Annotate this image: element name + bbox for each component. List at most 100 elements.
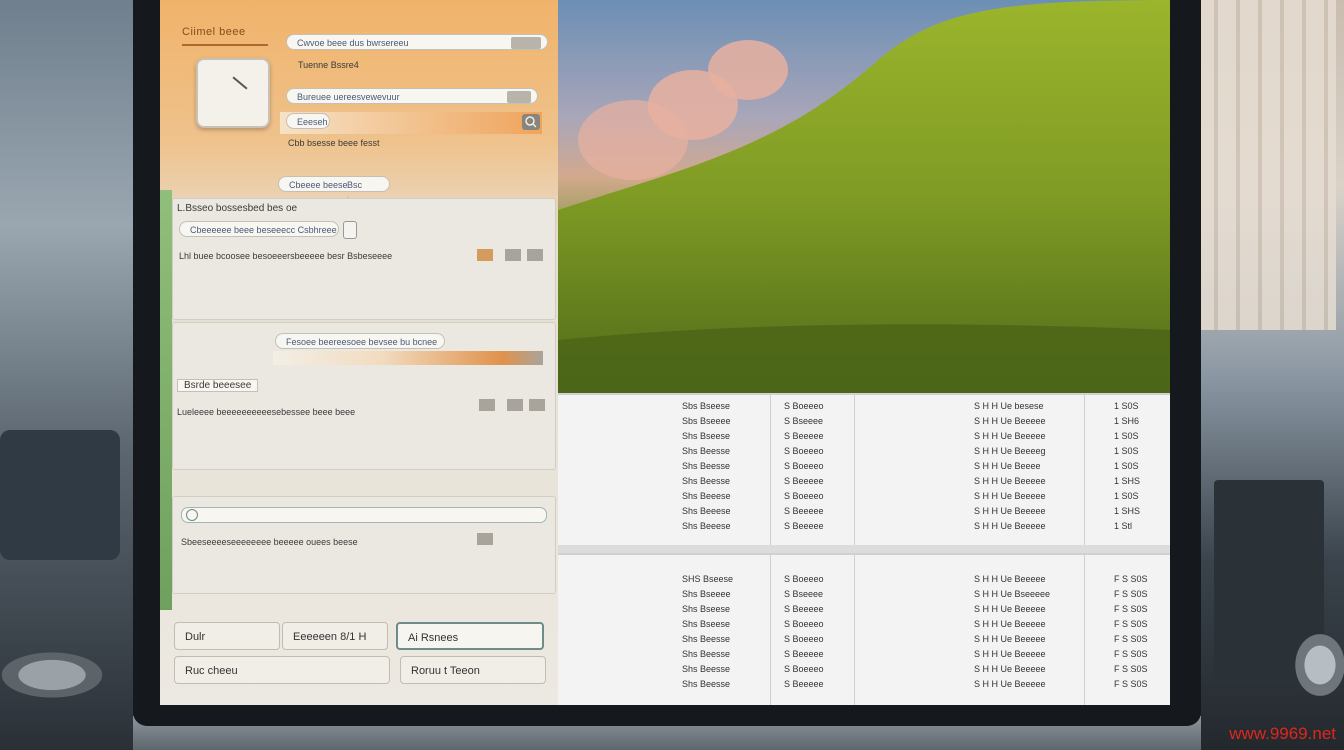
section3-desc: Sbeeseeeeseeeeeeee beeeee ouees beese [181, 537, 358, 547]
table-cell: Shs Bseeee [682, 589, 731, 599]
row3-input[interactable]: Eeeseh [286, 113, 330, 129]
table-cell: Shs Beeese [682, 491, 731, 501]
table-cell: 1 S0S [1114, 401, 1139, 411]
row2-input-text: Bureuee uereesvewevuur [297, 92, 400, 102]
table-cell: S Bseeee [784, 416, 824, 426]
monitor-screen: Ciimel beee Cwvoe beee dus bwrsereeu Tue… [160, 0, 1170, 705]
data-table-2: SHS Bseese S Boeeeo S H H Ue Beeeee F S S0S… [558, 553, 1170, 705]
row2-end-button[interactable] [507, 91, 531, 103]
table-cell: Shs Beesse [682, 664, 731, 674]
table-row[interactable]: Shs Beeese S Beeeee S H H Ue Beeeee 1 Stl [558, 521, 1170, 536]
table-cell: 1 S0S [1114, 431, 1139, 441]
button-4[interactable]: Ruc cheeu [174, 656, 390, 684]
table-cell: S Boeeeo [784, 634, 824, 644]
table-row[interactable]: Shs Bseese S Beeeee S H H Ue Beeeee 1 S0S [558, 431, 1170, 446]
background-chair [0, 430, 120, 560]
table-cell: S H H Ue Beeeee [974, 634, 1046, 644]
section2-slider-track[interactable] [273, 351, 543, 365]
table-row[interactable]: Shs Bseese S Boeeeo S H H Ue Beeeee F S S0S [558, 619, 1170, 634]
table-cell: F S S0S [1114, 574, 1148, 584]
button-5[interactable]: Roruu t Teeon [400, 656, 546, 684]
table-row[interactable]: Sbs Bseese S Boeeeo S H H Ue besese 1 S0S [558, 401, 1170, 416]
cable-left [0, 640, 130, 710]
table-cell: S H H Ue Beeeee [974, 604, 1046, 614]
table-cell: S Boeeeo [784, 574, 824, 584]
table-cell: Shs Beesse [682, 461, 731, 471]
table-row[interactable]: Shs Beesse S Beeeee S H H Ue Beeeee F S S0S [558, 679, 1170, 694]
table-cell: F S S0S [1114, 589, 1148, 599]
row2-input[interactable]: Bureuee uereesvewevuur [286, 88, 538, 104]
section1-header: L.Bsseo bossesbed bes oe [177, 203, 298, 214]
table-cell: S Beeeee [784, 649, 824, 659]
table-cell: F S S0S [1114, 649, 1148, 659]
row4-input[interactable]: Cbeeee beese Bsc beese [278, 176, 390, 206]
table-cell: Shs Beeese [682, 506, 731, 516]
table-row[interactable]: Shs Beesse S Boeeeo S H H Ue Beeeeg 1 S0S [558, 446, 1170, 461]
settings-section-3: Sbeeseeeeseeeeeeee beeeee ouees beese [172, 496, 556, 594]
section3-progress-handle[interactable] [186, 509, 198, 521]
row1-end-button[interactable] [511, 37, 541, 49]
table-cell: 1 SH6 [1114, 416, 1140, 426]
table-cell: Sbs Bseese [682, 401, 731, 411]
section2-toggle-c[interactable] [529, 399, 545, 411]
table-row[interactable]: Shs Beesse S Beeeee S H H Ue Beeeee F S S0S [558, 649, 1170, 664]
table-cell: S H H Ue Beeeeg [974, 446, 1046, 456]
table-cell: S H H Ue Beeeee [974, 491, 1046, 501]
table-row[interactable]: Shs Bseeee S Bseeee S H H Ue Bseeeee F S S0… [558, 589, 1170, 604]
row4-input-text: Cbeeee beese [289, 180, 348, 190]
table-row[interactable]: Sbs Bseeee S Bseeee S H H Ue Beeeee 1 SH6 [558, 416, 1170, 431]
section3-toggle[interactable] [477, 533, 493, 545]
table-cell: F S S0S [1114, 619, 1148, 629]
table-cell: S H H Ue Bseeeee [974, 589, 1051, 599]
section2-header[interactable]: Bsrde beeesee [177, 379, 259, 392]
table-cell: S H H Ue Beeeee [974, 476, 1046, 486]
button-3[interactable]: Ai Rsnees [396, 622, 544, 650]
table-cell: F S S0S [1114, 604, 1148, 614]
table-cell: F S S0S [1114, 679, 1148, 689]
section2-toggle-a[interactable] [479, 399, 495, 411]
section1-input[interactable]: Cbeeeeee beee beseeecc Csbhreee [179, 221, 339, 237]
table-cell: S Boeeeo [784, 664, 824, 674]
table-cell: Shs Beesse [682, 649, 731, 659]
table-row[interactable]: SHS Bseese S Boeeeo S H H Ue Beeeee F S S0S [558, 574, 1170, 589]
section2-desc: Lueleeee beeeeeeeeeesebessee beee beee [177, 407, 356, 417]
table-cell: Shs Beesse [682, 634, 731, 644]
button-1[interactable]: Dulr [174, 622, 280, 650]
table-row[interactable]: Shs Beesse S Boeeeo S H H Ue Beeee 1 S0S [558, 461, 1170, 476]
table-cell: Shs Bseese [682, 431, 731, 441]
table-cell: 1 SHS [1114, 476, 1141, 486]
table-cell: S Bseeee [784, 589, 824, 599]
table-cell: Shs Beesse [682, 446, 731, 456]
section1-checkbox[interactable] [343, 221, 357, 239]
image-thumbnail[interactable] [196, 58, 270, 128]
desktop-wallpaper [558, 0, 1170, 393]
table-cell: SHS Bseese [682, 574, 734, 584]
table-row[interactable]: Shs Beesse S Boeeeo S H H Ue Beeeee F S S0S [558, 634, 1170, 649]
table-row[interactable]: Shs Beesse S Boeeeo S H H Ue Beeeee F S S0S [558, 664, 1170, 679]
section2-input[interactable]: Fesoee beereesoee bevsee bu bcnee [275, 333, 445, 349]
table-cell: S Beeeee [784, 679, 824, 689]
table-cell: S H H Ue Beeeee [974, 574, 1046, 584]
table-cell: Sbs Bseeee [682, 416, 731, 426]
table-row[interactable]: Shs Beesse S Beeeee S H H Ue Beeeee 1 SHS [558, 476, 1170, 491]
table-cell: Shs Bseese [682, 604, 731, 614]
row1-input[interactable]: Cwvoe beee dus bwrsereeu [286, 34, 548, 50]
table-row[interactable]: Shs Bseese S Beeeee S H H Ue Beeeee F S S0S [558, 604, 1170, 619]
table-row[interactable]: Shs Beeese S Boeeeo S H H Ue Beeeee 1 S0S [558, 491, 1170, 506]
table-cell: S H H Ue Beeeee [974, 506, 1046, 516]
table-cell: S Boeeeo [784, 461, 824, 471]
section1-toggle-a[interactable] [505, 249, 521, 261]
table-row[interactable]: Shs Beeese S Beeeee S H H Ue Beeeee 1 SHS [558, 506, 1170, 521]
table-cell: S Boeeeo [784, 446, 824, 456]
table-cell: S H H Ue Beeeee [974, 431, 1046, 441]
section1-toggle-b[interactable] [527, 249, 543, 261]
search-icon[interactable] [522, 114, 540, 130]
button-2[interactable]: Eeeeeen 8/1 H [282, 622, 388, 650]
section1-color-swatch[interactable] [477, 249, 493, 261]
data-table-1: Sbs Bseese S Boeeeo S H H Ue besese 1 S0S Sb… [558, 393, 1170, 547]
row1-input-text: Cwvoe beee dus bwrsereeu [297, 38, 409, 48]
section3-progress-bar[interactable] [181, 507, 547, 523]
table-cell: S Boeeeo [784, 619, 824, 629]
panel-title: Ciimel beee [182, 26, 246, 38]
section2-toggle-b[interactable] [507, 399, 523, 411]
